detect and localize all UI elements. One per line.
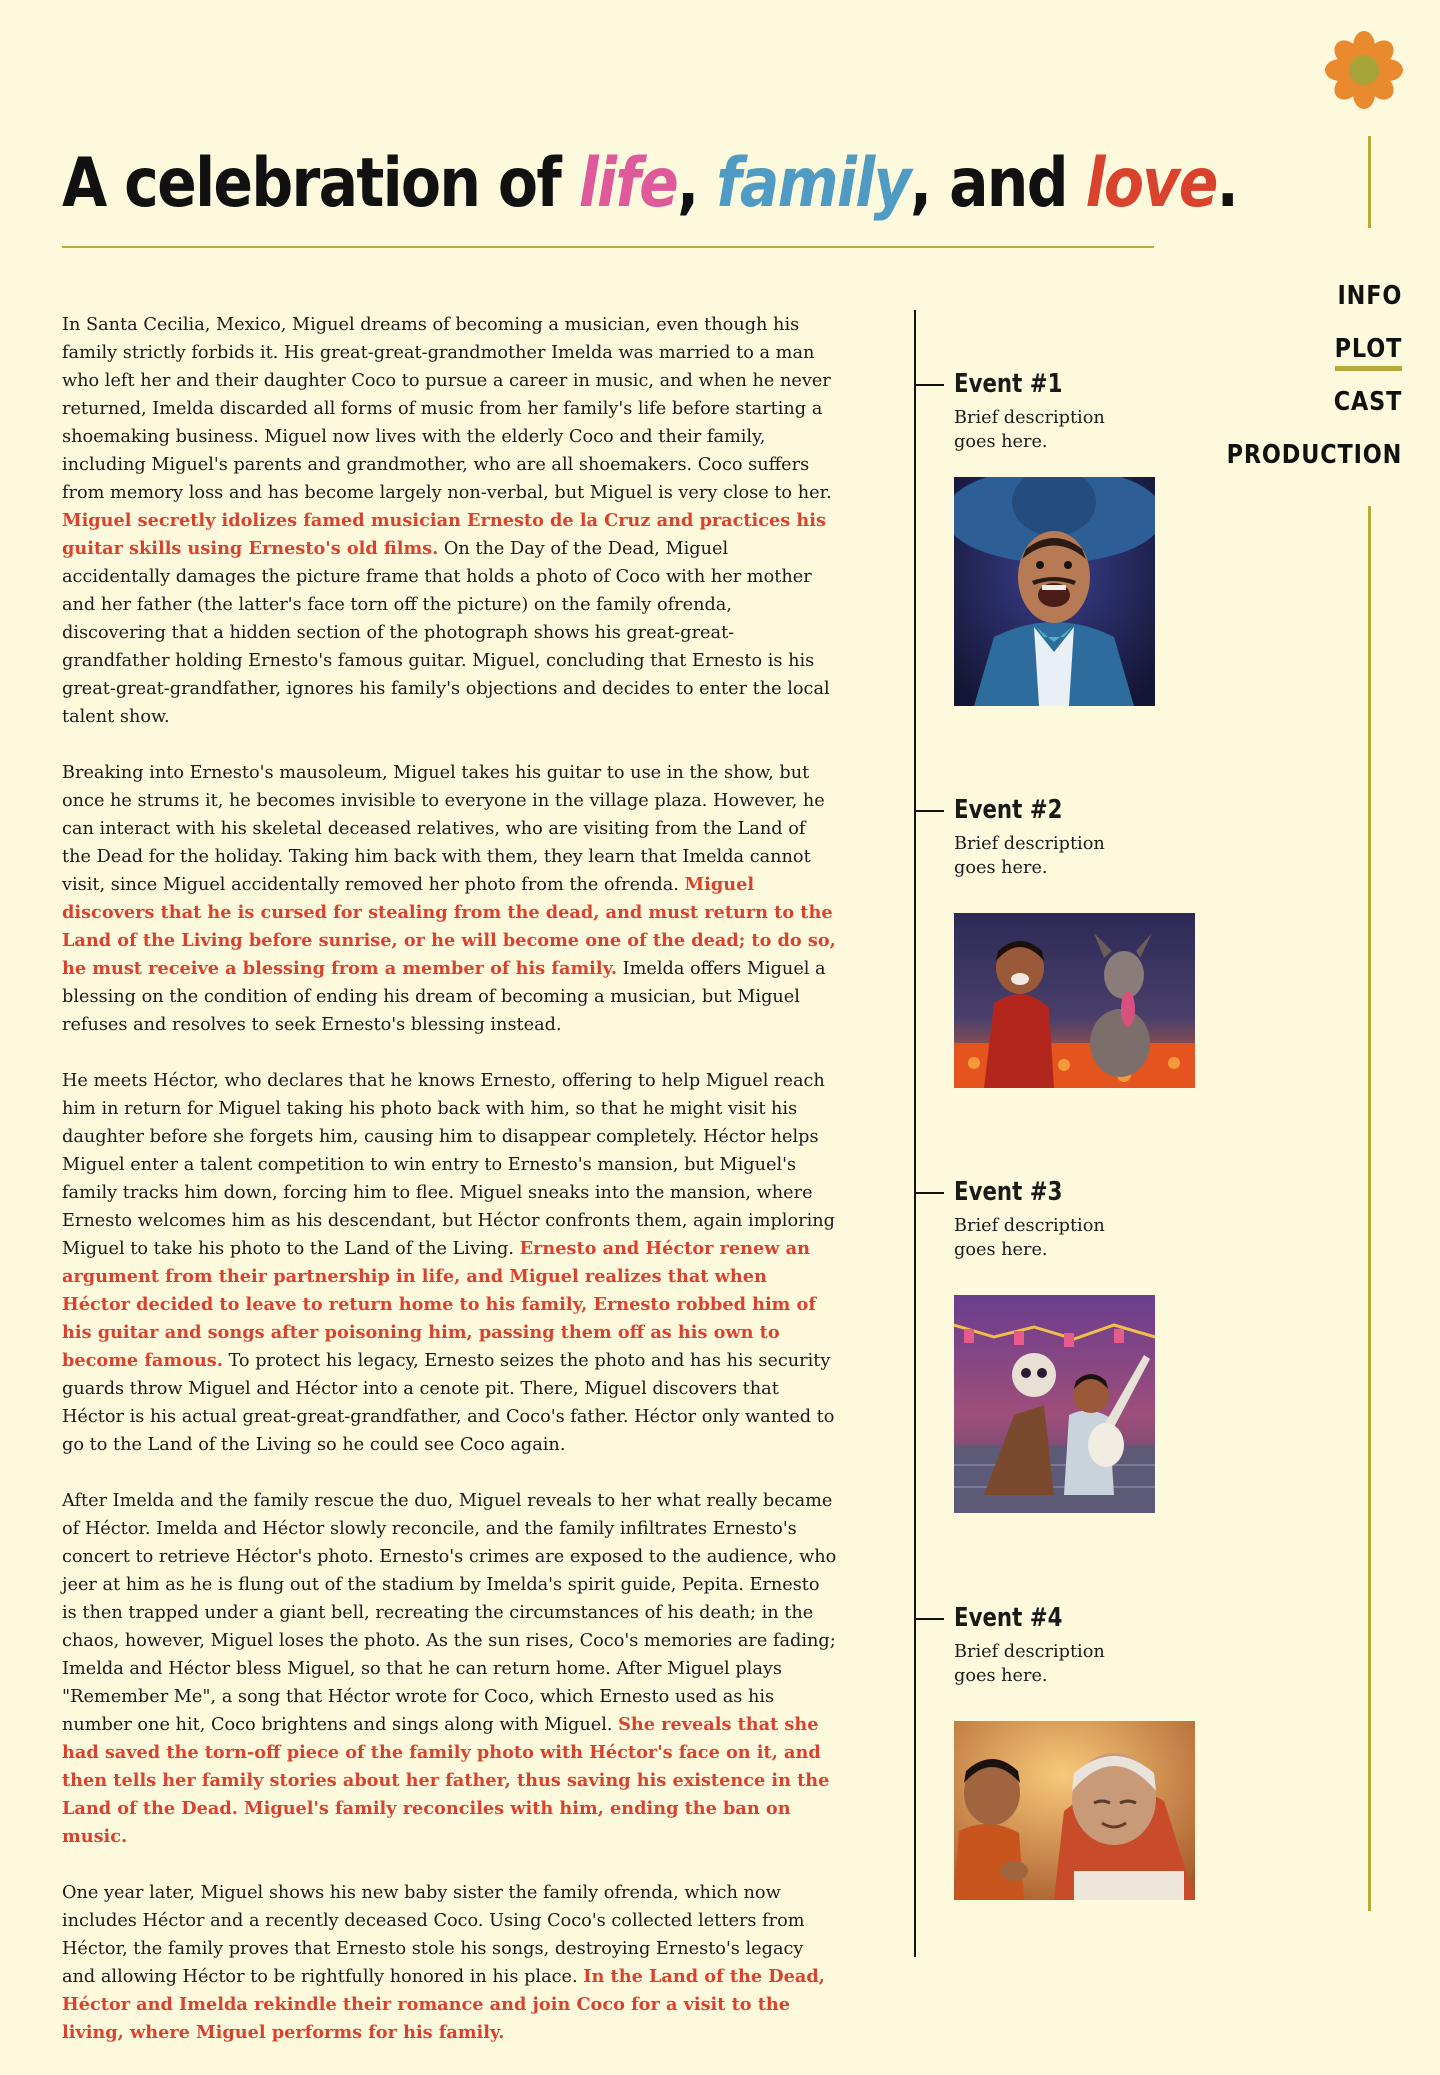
nav-item-production[interactable]: PRODUCTION — [1226, 429, 1402, 482]
plot-paragraph: In Santa Cecilia, Mexico, Miguel dreams … — [62, 315, 832, 727]
title-word-love: love — [1085, 144, 1219, 223]
plot-paragraph: Breaking into Ernesto's mausoleum, Migue… — [62, 763, 836, 1035]
event-description: Brief description goes here. — [954, 408, 1105, 452]
title-word-life: life — [578, 144, 679, 223]
title-underline — [62, 246, 1154, 248]
side-navigation: INFO PLOT CAST PRODUCTION — [1198, 270, 1402, 482]
event-image-miguel-coco — [954, 1721, 1195, 1900]
title-word-family: family — [716, 144, 911, 223]
timeline-tick — [914, 384, 944, 386]
event-title: Event #4 — [954, 1603, 1063, 1633]
plot-paragraph: One year later, Miguel shows his new bab… — [62, 1883, 825, 2043]
nav-item-info[interactable]: INFO — [1226, 270, 1402, 323]
timeline-line — [914, 310, 916, 1957]
event-image-hector-dance — [954, 1295, 1155, 1513]
event-description: Brief description goes here. — [954, 834, 1105, 878]
plot-paragraph: He meets Héctor, who declares that he kn… — [62, 1071, 835, 1455]
event-image-ernesto — [954, 477, 1155, 706]
event-description: Brief description goes here. — [954, 1216, 1105, 1260]
event-image-miguel-dante — [954, 913, 1195, 1088]
timeline-tick — [914, 1618, 944, 1620]
nav-item-plot[interactable]: PLOT — [1226, 323, 1402, 376]
nav-divider-bottom — [1368, 506, 1371, 1911]
event-description: Brief description goes here. — [954, 1642, 1105, 1686]
event-title: Event #3 — [954, 1177, 1063, 1207]
event-title: Event #1 — [954, 369, 1063, 399]
plot-paragraph: After Imelda and the family rescue the d… — [62, 1491, 837, 1847]
page-title: A celebration of life, family, and love. — [62, 144, 1239, 223]
timeline-tick — [914, 810, 944, 812]
flower-logo — [1322, 28, 1406, 112]
flower-icon — [1325, 31, 1403, 109]
nav-divider-top — [1368, 136, 1371, 228]
plot-summary: In Santa Cecilia, Mexico, Miguel dreams … — [62, 311, 837, 2075]
event-title: Event #2 — [954, 795, 1063, 825]
timeline-tick — [914, 1192, 944, 1194]
nav-item-cast[interactable]: CAST — [1226, 376, 1402, 429]
